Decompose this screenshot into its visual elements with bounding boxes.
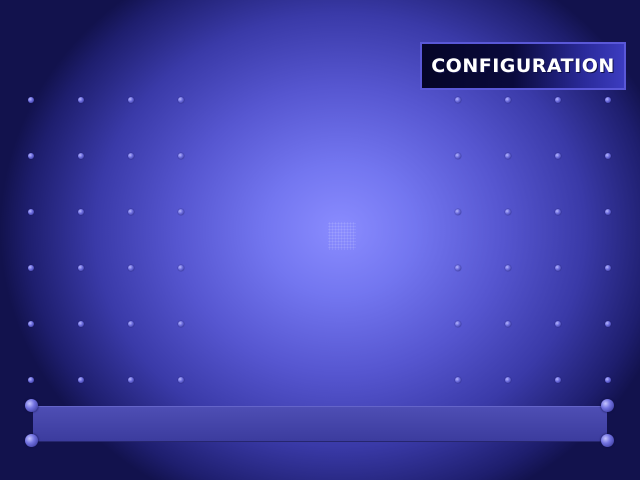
rivet	[455, 209, 461, 215]
status-bar-bolt-top-right	[601, 399, 614, 412]
rivet	[178, 209, 184, 215]
rivet	[78, 321, 84, 327]
rivet	[28, 97, 34, 103]
rivet	[605, 97, 611, 103]
screen-title: CONFIGURATION	[431, 55, 615, 77]
rivet	[78, 97, 84, 103]
rivet	[178, 265, 184, 271]
rivet	[78, 377, 84, 383]
rivet	[505, 321, 511, 327]
rivet	[605, 209, 611, 215]
rivet	[605, 377, 611, 383]
title-badge: CONFIGURATION	[420, 42, 626, 90]
rivet	[178, 97, 184, 103]
rivet	[128, 209, 134, 215]
rivet	[505, 377, 511, 383]
rivet	[128, 377, 134, 383]
rivet	[555, 377, 561, 383]
rivet	[128, 153, 134, 159]
rivet	[555, 265, 561, 271]
status-bar-bolt-bottom-right	[601, 434, 614, 447]
status-bar-bolt-top-left	[25, 399, 38, 412]
rivet	[455, 377, 461, 383]
rivet	[455, 97, 461, 103]
rivet	[128, 97, 134, 103]
rivet	[605, 153, 611, 159]
rivet	[178, 377, 184, 383]
rivet	[605, 321, 611, 327]
rivet	[128, 321, 134, 327]
center-highlight	[328, 222, 356, 250]
rivet	[555, 153, 561, 159]
rivet	[455, 153, 461, 159]
rivet	[605, 265, 611, 271]
rivet	[178, 153, 184, 159]
status-bar	[33, 406, 607, 442]
rivet	[178, 321, 184, 327]
rivet	[505, 153, 511, 159]
rivet	[505, 265, 511, 271]
rivet	[128, 265, 134, 271]
rivet	[555, 97, 561, 103]
configuration-screen: CONFIGURATION	[0, 0, 640, 480]
rivet	[455, 265, 461, 271]
rivet	[555, 209, 561, 215]
rivet	[28, 265, 34, 271]
rivet	[455, 321, 461, 327]
rivet	[555, 321, 561, 327]
status-bar-bolt-bottom-left	[25, 434, 38, 447]
rivet	[78, 153, 84, 159]
rivet	[78, 265, 84, 271]
rivet	[78, 209, 84, 215]
rivet	[505, 209, 511, 215]
rivet	[505, 97, 511, 103]
rivet	[28, 209, 34, 215]
rivet	[28, 377, 34, 383]
rivet	[28, 153, 34, 159]
rivet	[28, 321, 34, 327]
